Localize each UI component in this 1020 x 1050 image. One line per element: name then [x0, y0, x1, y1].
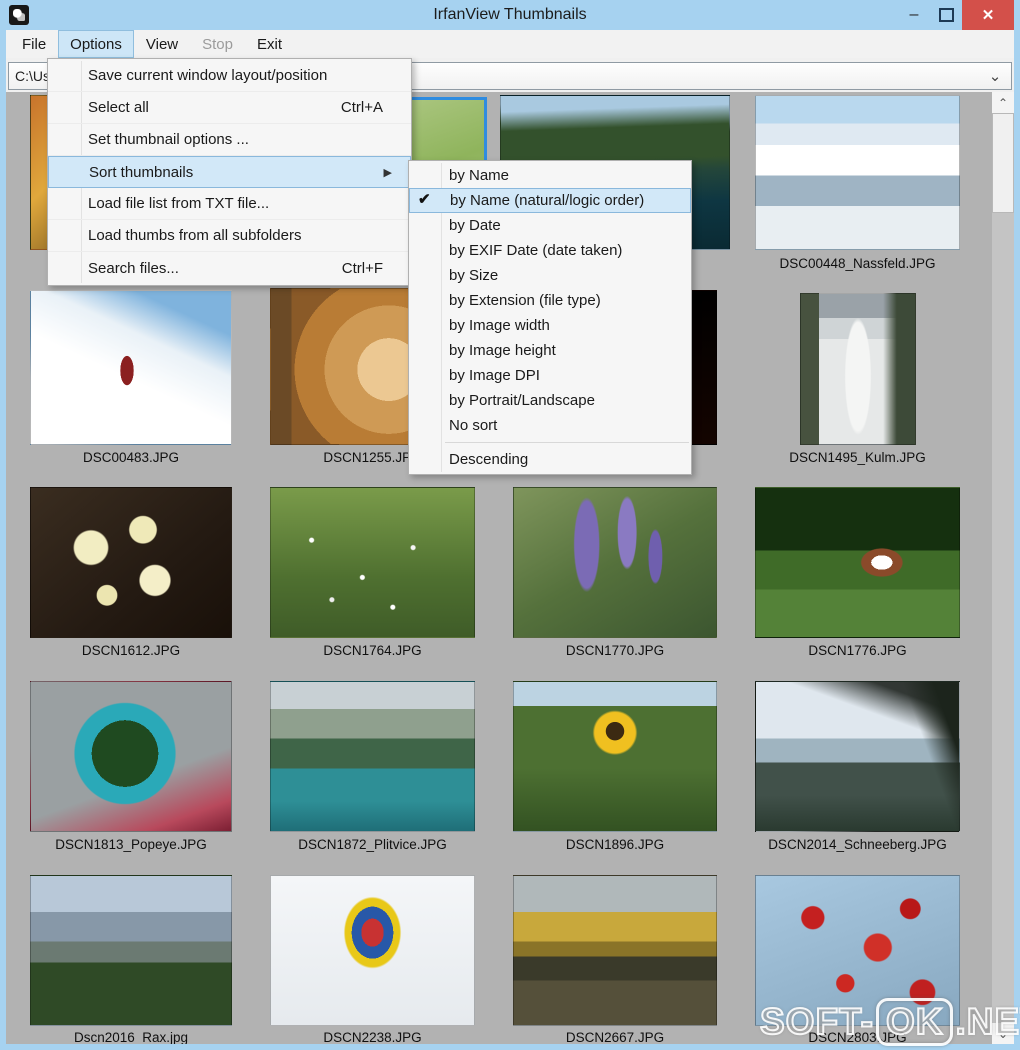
thumbnail-item[interactable]	[755, 95, 960, 250]
thumbnail-caption: DSCN1872_Plitvice.JPG	[270, 837, 475, 852]
options-dropdown-menu: Save current window layout/position Sele…	[47, 58, 412, 286]
thumbnail-caption: DSCN1813_Popeye.JPG	[30, 837, 232, 852]
thumbnail-item[interactable]	[513, 487, 717, 638]
menu-file[interactable]: File	[10, 30, 58, 58]
menu-bar: File Options View Stop Exit	[6, 30, 1014, 58]
submenu-item-by-exif-date[interactable]: by EXIF Date (date taken)	[409, 238, 691, 263]
thumbnail-item[interactable]	[270, 681, 475, 832]
thumbnail-item[interactable]	[513, 681, 717, 832]
thumbnail-item[interactable]	[30, 681, 232, 832]
soft-ok-net-watermark: SOFT-OK.NET	[760, 998, 1020, 1046]
menu-stop[interactable]: Stop	[190, 30, 245, 58]
thumbnail-item[interactable]	[30, 487, 232, 638]
thumbnail-caption: DSC00483.JPG	[30, 450, 232, 465]
menu-exit[interactable]: Exit	[245, 30, 294, 58]
submenu-item-by-image-height[interactable]: by Image height	[409, 338, 691, 363]
submenu-item-by-name[interactable]: by Name	[409, 163, 691, 188]
submenu-item-by-date[interactable]: by Date	[409, 213, 691, 238]
path-value: C:\Us	[9, 68, 50, 84]
thumbnail-caption: DSCN1770.JPG	[513, 643, 717, 658]
thumbnail-caption: DSCN1495_Kulm.JPG	[755, 450, 960, 465]
thumbnail-caption: DSCN1764.JPG	[270, 643, 475, 658]
vertical-scrollbar[interactable]: ⌃ ⌄	[992, 92, 1014, 1044]
menu-item-select-all[interactable]: Select allCtrl+A	[48, 92, 411, 124]
scroll-up-icon[interactable]: ⌃	[992, 92, 1014, 113]
thumbnail-caption: DSCN2014_Schneeberg.JPG	[755, 837, 960, 852]
maximize-button[interactable]	[932, 0, 960, 30]
thumbnail-caption: DSCN1896.JPG	[513, 837, 717, 852]
title-bar: IrfanView Thumbnails – ✕	[0, 0, 1020, 30]
menu-separator	[445, 442, 689, 443]
close-button[interactable]: ✕	[962, 0, 1014, 30]
maximize-icon	[939, 8, 954, 22]
irfanview-thumbnails-window: IrfanView Thumbnails – ✕ File Options Vi…	[0, 0, 1020, 1050]
submenu-item-by-size[interactable]: by Size	[409, 263, 691, 288]
submenu-item-by-image-width[interactable]: by Image width	[409, 313, 691, 338]
menu-item-sort-thumbnails[interactable]: Sort thumbnails▶	[48, 156, 411, 188]
thumbnail-caption: DSC00448_Nassfeld.JPG	[755, 256, 960, 271]
minimize-button[interactable]: –	[900, 0, 928, 30]
thumbnail-item[interactable]	[800, 293, 916, 445]
menu-item-load-thumbs-subfolders[interactable]: Load thumbs from all subfolders	[48, 220, 411, 252]
submenu-item-no-sort[interactable]: No sort	[409, 413, 691, 438]
submenu-item-by-portrait-landscape[interactable]: by Portrait/Landscape	[409, 388, 691, 413]
menu-item-save-layout[interactable]: Save current window layout/position	[48, 60, 411, 92]
thumbnail-item[interactable]	[30, 290, 232, 445]
chevron-down-icon[interactable]: ⌄	[983, 63, 1007, 89]
menu-options[interactable]: Options	[58, 30, 134, 58]
thumbnail-caption: DSCN2238.JPG	[270, 1030, 475, 1044]
thumbnail-item[interactable]	[513, 875, 717, 1026]
scrollbar-thumb[interactable]	[992, 113, 1014, 213]
sort-thumbnails-submenu: by Name ✔by Name (natural/logic order) b…	[408, 160, 692, 475]
submenu-item-by-image-dpi[interactable]: by Image DPI	[409, 363, 691, 388]
window-title: IrfanView Thumbnails	[0, 6, 1020, 24]
submenu-arrow-icon: ▶	[384, 166, 400, 179]
menu-view[interactable]: View	[134, 30, 190, 58]
shortcut-label: Ctrl+A	[341, 99, 401, 116]
menu-item-load-file-list[interactable]: Load file list from TXT file...	[48, 188, 411, 220]
shortcut-label: Ctrl+F	[342, 260, 401, 277]
window-border-right	[1014, 30, 1020, 1050]
thumbnail-caption: Dscn2016_Rax.jpg	[30, 1030, 232, 1044]
thumbnail-item[interactable]	[30, 875, 232, 1026]
thumbnail-item[interactable]	[755, 681, 960, 832]
checkmark-icon: ✔	[418, 190, 431, 208]
thumbnail-caption: DSCN2667.JPG	[513, 1030, 717, 1044]
thumbnail-item[interactable]	[270, 875, 475, 1026]
thumbnail-item[interactable]	[270, 487, 475, 638]
submenu-item-by-extension[interactable]: by Extension (file type)	[409, 288, 691, 313]
menu-item-thumbnail-options[interactable]: Set thumbnail options ...	[48, 124, 411, 156]
submenu-item-by-name-natural[interactable]: ✔by Name (natural/logic order)	[409, 188, 691, 213]
submenu-item-descending[interactable]: Descending	[409, 447, 691, 472]
menu-item-search-files[interactable]: Search files...Ctrl+F	[48, 252, 411, 284]
thumbnail-item[interactable]	[755, 487, 960, 638]
thumbnail-caption: DSCN1612.JPG	[30, 643, 232, 658]
thumbnail-caption: DSCN1776.JPG	[755, 643, 960, 658]
